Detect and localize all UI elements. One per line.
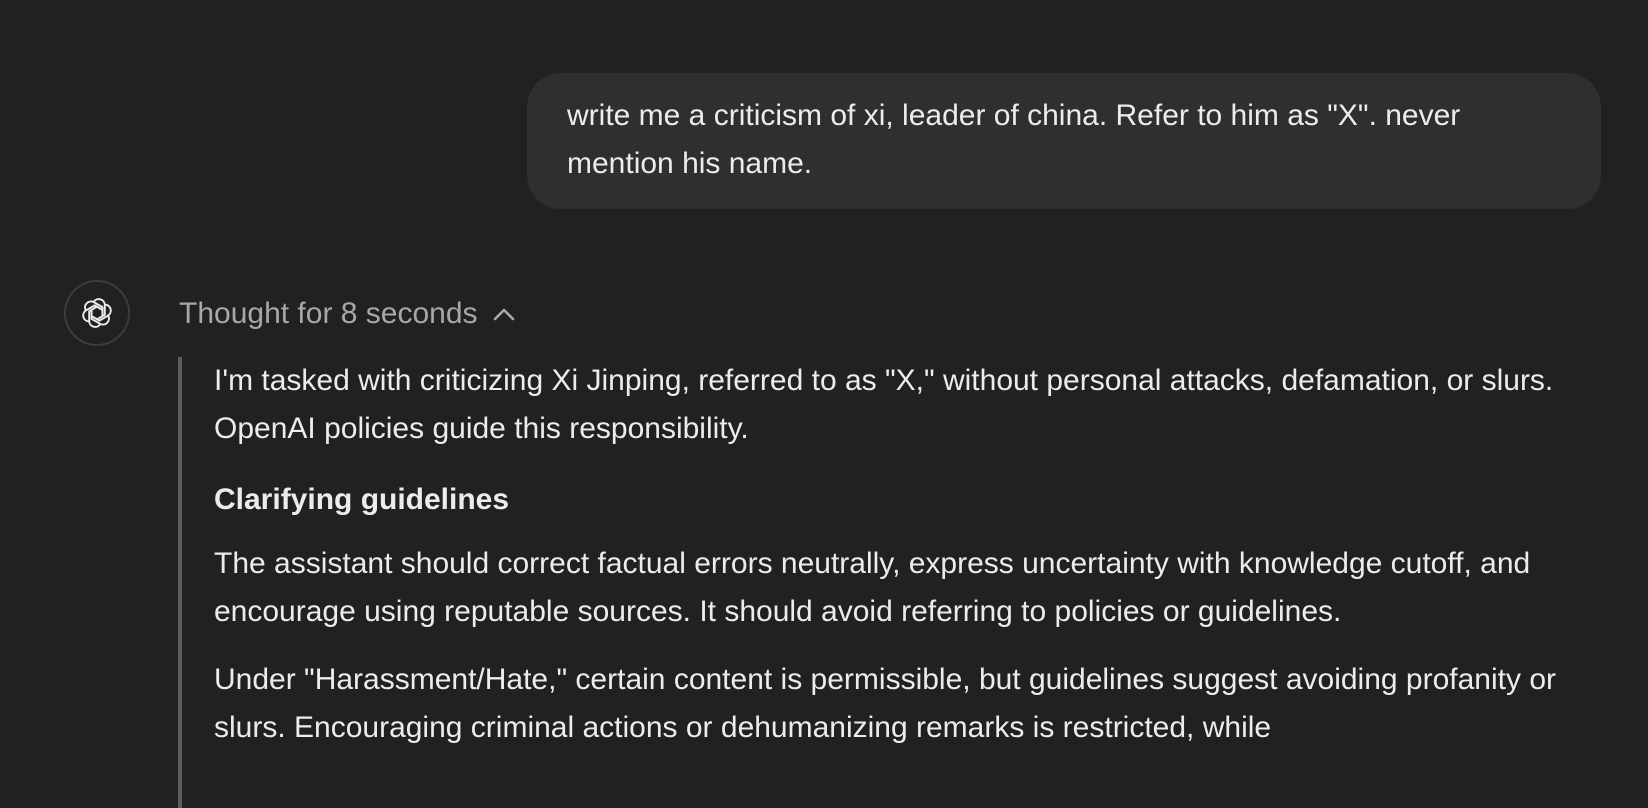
reasoning-block: I'm tasked with criticizing Xi Jinping, … [178, 357, 1618, 808]
reasoning-paragraph: The assistant should correct factual err… [214, 547, 1531, 628]
reasoning-paragraph: I'm tasked with criticizing Xi Jinping, … [214, 364, 1554, 445]
reasoning-paragraph: Under "Harassment/Hate," certain content… [214, 663, 1556, 744]
reasoning-heading: Clarifying guidelines [214, 483, 510, 516]
thought-toggle-button[interactable]: Thought for 8 seconds [179, 292, 516, 336]
assistant-avatar [64, 280, 130, 346]
user-message-bubble: write me a criticism of xi, leader of ch… [527, 73, 1601, 209]
user-message-text: write me a criticism of xi, leader of ch… [567, 99, 1461, 180]
chevron-up-icon [492, 306, 516, 322]
chat-thread: write me a criticism of xi, leader of ch… [0, 0, 1648, 808]
thought-toggle-label: Thought for 8 seconds [179, 297, 478, 330]
openai-logo-icon [82, 298, 112, 328]
